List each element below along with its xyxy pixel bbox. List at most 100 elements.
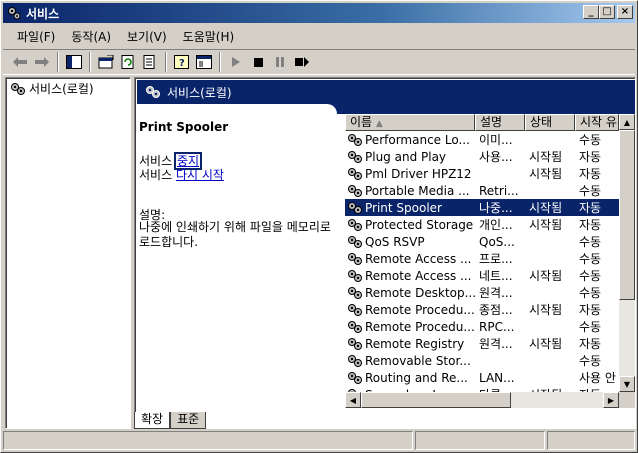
service-name: Remote Access ... — [365, 251, 472, 266]
list-rows: Performance Lo... 이미... 수동 Plug and Play 사용.… — [345, 131, 619, 392]
vertical-scrollbar[interactable]: ▲ ▼ — [619, 114, 635, 392]
service-startup-cell: 수동 — [579, 320, 602, 334]
tab-standard[interactable]: 표준 — [170, 412, 207, 429]
vertical-scroll-thumb[interactable] — [619, 130, 635, 300]
service-startup-cell: 수동 — [579, 235, 602, 249]
service-name-cell: Performance Lo... — [345, 133, 475, 147]
service-gear-icon — [348, 235, 362, 248]
service-startup-cell: 자동 — [579, 167, 602, 181]
scroll-up-icon[interactable]: ▲ — [619, 114, 635, 130]
service-gear-icon — [348, 303, 362, 316]
horizontal-scroll-thumb[interactable] — [361, 392, 511, 408]
service-gear-icon — [348, 201, 362, 214]
service-description-cell: 원격... — [479, 337, 513, 351]
table-row[interactable]: Routing and Re... LAN... 사용 안 — [345, 369, 619, 386]
tree-item-services-local[interactable]: 서비스(로컬) — [10, 80, 94, 97]
table-row[interactable]: Removable Stor... 수동 — [345, 352, 619, 369]
column-header-description[interactable]: 설명 — [475, 114, 525, 131]
table-row[interactable]: QoS RSVP QoS... 수동 — [345, 233, 619, 250]
table-row[interactable]: Remote Access ... 프로... 수동 — [345, 250, 619, 267]
table-row[interactable]: Plug and Play 사용... 시작됨 자동 — [345, 148, 619, 165]
scrollbar-corner — [619, 392, 635, 408]
service-gear-icon — [348, 320, 362, 333]
services-gear-icon — [6, 5, 22, 21]
service-gear-icon — [348, 354, 362, 367]
menu-file[interactable]: 파일(F) — [9, 26, 63, 47]
stop-service-icon[interactable] — [247, 51, 269, 73]
table-row[interactable]: Remote Access ... 네트... 시작됨 수동 — [345, 267, 619, 284]
column-header-startup[interactable]: 시작 유 — [575, 114, 619, 131]
service-description-cell: 프로... — [479, 252, 513, 266]
table-row[interactable]: Remote Procedu... 종점... 시작됨 자동 — [345, 301, 619, 318]
service-gear-icon — [348, 218, 362, 231]
service-description-cell: RPC... — [479, 319, 515, 334]
service-startup-cell: 자동 — [579, 303, 602, 317]
show-hide-tree-icon[interactable] — [63, 51, 85, 73]
toolbar-separator — [165, 52, 167, 72]
service-startup-cell: 사용 안 — [579, 371, 616, 385]
minimize-button[interactable]: _ — [583, 5, 599, 19]
title-bar[interactable]: 서비스 _ □ × — [3, 3, 635, 23]
table-row[interactable]: Remote Procedu... RPC... 수동 — [345, 318, 619, 335]
toolbar: ? — [3, 49, 635, 75]
menu-bar: 파일(F) 동작(A) 보기(V) 도움말(H) — [3, 25, 635, 47]
table-row[interactable]: Remote Desktop... 원격... 수동 — [345, 284, 619, 301]
service-startup-cell: 자동 — [579, 201, 602, 215]
service-name: Remote Procedu... — [365, 302, 475, 317]
table-row[interactable]: Performance Lo... 이미... 수동 — [345, 131, 619, 148]
service-status-cell: 시작됨 — [529, 167, 563, 181]
pane-title: 서비스(로컬) — [167, 85, 232, 100]
service-startup-cell: 수동 — [579, 184, 602, 198]
close-button[interactable]: × — [617, 5, 633, 19]
service-description-cell: 나중... — [479, 201, 513, 215]
service-startup-cell: 수동 — [579, 133, 602, 147]
scroll-right-icon[interactable]: ▶ — [603, 392, 619, 408]
service-description-cell: QoS... — [479, 234, 515, 249]
service-name-cell: Remote Registry — [345, 337, 475, 351]
table-row[interactable]: Protected Storage 개인... 시작됨 자동 — [345, 216, 619, 233]
service-gear-icon — [348, 150, 362, 163]
properties-icon[interactable] — [95, 51, 117, 73]
service-name: Remote Access ... — [365, 268, 472, 283]
scroll-left-icon[interactable]: ◀ — [345, 392, 361, 408]
menu-view[interactable]: 보기(V) — [119, 26, 175, 47]
console-window-icon[interactable] — [193, 51, 215, 73]
back-arrow-icon[interactable] — [9, 51, 31, 73]
service-gear-icon — [348, 133, 362, 146]
tree-item-label: 서비스(로컬) — [29, 82, 94, 96]
restart-service-link[interactable]: 다시 시작 — [176, 168, 224, 182]
service-status-cell: 시작됨 — [529, 201, 563, 215]
column-header-name[interactable]: 이름 ▲ — [345, 114, 475, 131]
scroll-down-icon[interactable]: ▼ — [619, 376, 635, 392]
table-row[interactable]: Portable Media ... Retri... 수동 — [345, 182, 619, 199]
service-description-cell: 종점... — [479, 303, 513, 317]
restart-service-icon[interactable] — [291, 51, 313, 73]
service-name-cell: Routing and Re... — [345, 371, 475, 385]
pane-header: 서비스(로컬) — [137, 80, 635, 104]
sort-ascending-icon: ▲ — [375, 119, 383, 129]
menu-action[interactable]: 동작(A) — [63, 26, 119, 47]
menu-help[interactable]: 도움말(H) — [175, 26, 243, 47]
horizontal-scrollbar[interactable]: ◀ ▶ — [345, 392, 619, 408]
service-startup-cell: 자동 — [579, 150, 602, 164]
maximize-button[interactable]: □ — [599, 5, 615, 19]
tab-extended[interactable]: 확장 — [134, 412, 171, 429]
table-row[interactable]: Remote Registry 원격... 시작됨 자동 — [345, 335, 619, 352]
service-startup-cell: 수동 — [579, 252, 602, 266]
service-description-cell: 이미... — [479, 133, 513, 147]
service-gear-icon — [348, 252, 362, 265]
service-description-panel: Print Spooler 서비스 중지 서비스 다시 시작 설명: 나중에 인… — [139, 118, 337, 408]
table-row[interactable]: Pml Driver HPZ12 시작됨 자동 — [345, 165, 619, 182]
service-startup-cell: 자동 — [579, 218, 602, 232]
export-list-icon[interactable] — [139, 51, 161, 73]
start-service-icon[interactable] — [225, 51, 247, 73]
service-description-cell: 원격... — [479, 286, 513, 300]
table-row[interactable]: Print Spooler 나중... 시작됨 자동 — [345, 199, 619, 216]
restart-line-prefix: 서비스 — [139, 168, 176, 182]
pause-service-icon[interactable] — [269, 51, 291, 73]
column-header-status[interactable]: 상태 — [525, 114, 575, 131]
refresh-icon[interactable] — [117, 51, 139, 73]
services-gear-icon — [146, 86, 160, 98]
help-icon[interactable]: ? — [171, 51, 193, 73]
forward-arrow-icon[interactable] — [31, 51, 53, 73]
